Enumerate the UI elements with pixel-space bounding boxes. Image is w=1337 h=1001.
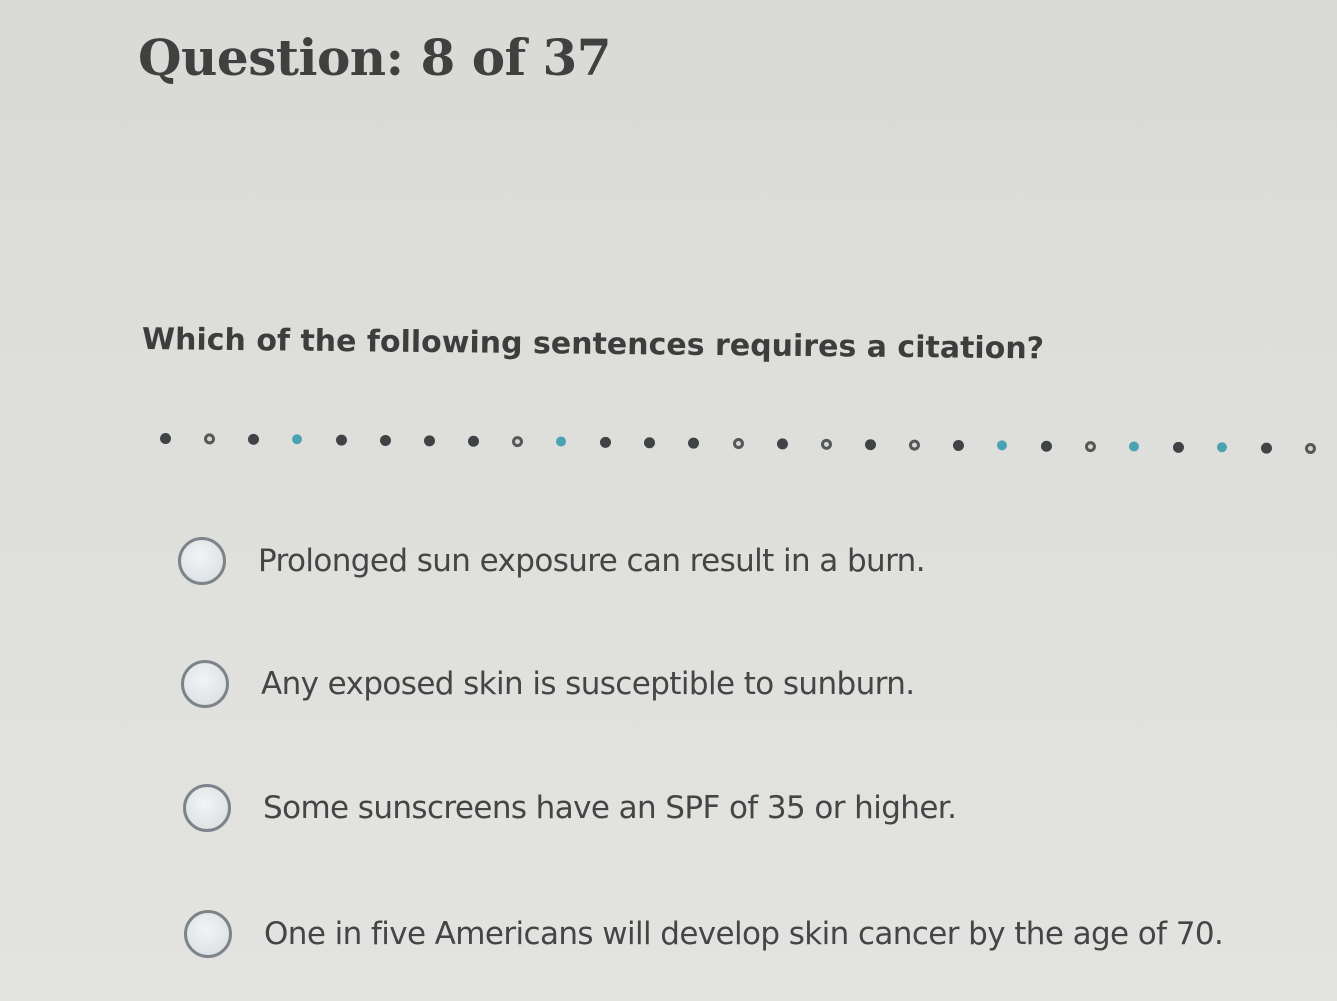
divider-dot [1172, 441, 1185, 453]
answer-label: Prolonged sun exposure can result in a b… [258, 543, 926, 579]
divider-dot [159, 433, 172, 445]
radio-button[interactable] [181, 660, 229, 708]
divider-dot [423, 435, 436, 447]
divider-dot [1216, 442, 1228, 453]
divider-dot [776, 438, 789, 450]
quiz-page: Question: 8 of 37 Which of the following… [0, 0, 1337, 1001]
dotted-divider [159, 425, 1330, 465]
divider-dot [1040, 440, 1053, 452]
question-counter: Question: 8 of 37 [138, 28, 612, 87]
radio-button[interactable] [184, 910, 232, 958]
divider-dot [687, 437, 700, 449]
divider-dot [952, 439, 965, 452]
divider-dot [732, 438, 745, 450]
divider-dot [1084, 441, 1097, 453]
divider-dot [599, 436, 612, 448]
answer-option-2[interactable]: Any exposed skin is susceptible to sunbu… [181, 660, 915, 708]
divider-dot [1260, 442, 1273, 454]
answer-option-3[interactable]: Some sunscreens have an SPF of 35 or hig… [183, 784, 957, 832]
radio-button[interactable] [178, 537, 226, 585]
answer-option-4[interactable]: One in five Americans will develop skin … [184, 910, 1224, 958]
divider-dot [996, 440, 1008, 451]
divider-dot [247, 433, 260, 445]
question-prompt: Which of the following sentences require… [141, 322, 1045, 367]
divider-dot [643, 437, 656, 449]
answer-label: One in five Americans will develop skin … [264, 916, 1224, 952]
divider-dot [335, 434, 348, 446]
divider-dot [908, 439, 921, 451]
divider-dot [467, 435, 480, 447]
divider-dot [379, 434, 392, 447]
radio-button[interactable] [183, 784, 231, 832]
divider-dot [511, 436, 524, 448]
divider-dot [555, 436, 567, 447]
divider-dot [291, 434, 303, 445]
divider-dot [820, 438, 833, 450]
divider-dot [1304, 442, 1317, 455]
divider-dot [1128, 441, 1140, 452]
answer-option-1[interactable]: Prolonged sun exposure can result in a b… [178, 537, 926, 585]
answer-label: Any exposed skin is susceptible to sunbu… [261, 666, 915, 702]
answer-label: Some sunscreens have an SPF of 35 or hig… [263, 790, 957, 826]
divider-dot [864, 439, 877, 451]
divider-dot [203, 433, 216, 445]
